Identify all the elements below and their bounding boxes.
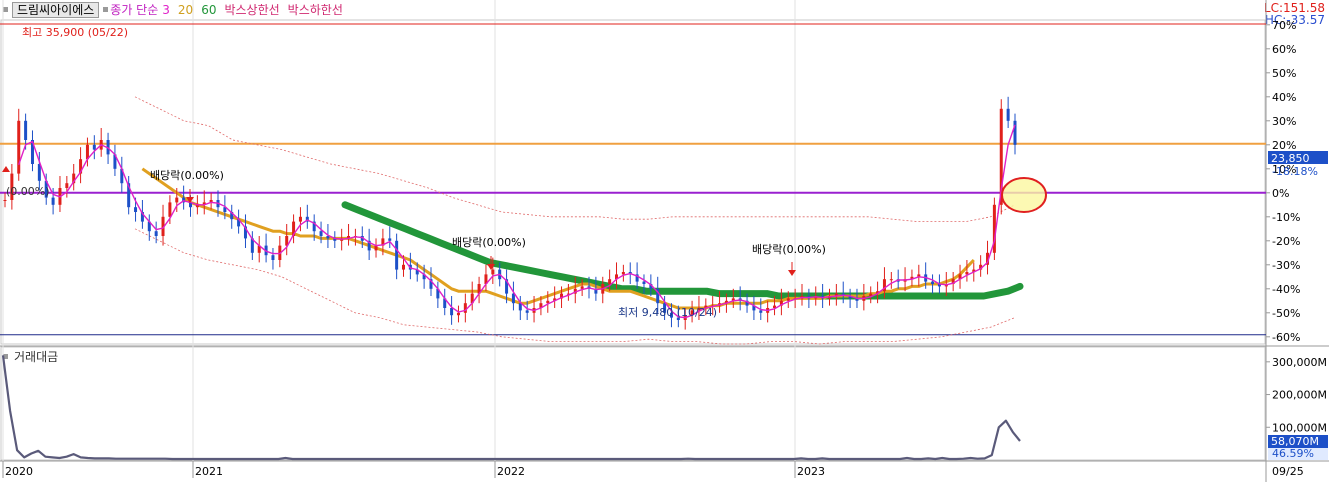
y-tick-label: -40% — [1272, 283, 1300, 296]
current-price-label: 23,850 — [1271, 152, 1310, 165]
highest-price-label: 최고 35,900 (05/22) — [22, 26, 128, 39]
x-tick-label: 09/25 — [1272, 465, 1304, 478]
volume-tick-label: 300,000M — [1272, 356, 1327, 369]
stock-chart[interactable]: 2020 2021 2022 2023 09/25 70% 60% 50% 40% 30% 20% 1… — [0, 0, 1329, 482]
x-tick-label: 2022 — [497, 465, 525, 478]
y-tick-label: -10% — [1272, 211, 1300, 224]
candle-body — [168, 202, 172, 217]
highlight-circle — [1001, 177, 1047, 213]
candle-body — [24, 120, 28, 140]
y-tick-label: 70% — [1272, 19, 1296, 32]
candle-body — [298, 216, 302, 222]
x-tick-label: 2020 — [5, 465, 33, 478]
volume-tick-label: 200,000M — [1272, 389, 1327, 402]
candle-body — [580, 286, 584, 289]
volume-plot-frame — [0, 346, 1266, 461]
candle-body — [621, 272, 625, 275]
y-tick-label: -30% — [1272, 259, 1300, 272]
y-tick-label: 30% — [1272, 115, 1296, 128]
candle-body — [395, 240, 399, 270]
volume-tick-label: 100,000M — [1272, 421, 1327, 434]
candle-body — [450, 308, 454, 316]
lowest-price-label: 최저 9,480 (10/24) — [618, 306, 717, 319]
candle-body — [608, 279, 612, 284]
candle-body — [374, 245, 378, 251]
candle-body — [1013, 120, 1017, 145]
candle-body — [51, 197, 55, 205]
candle-body — [17, 120, 21, 174]
candle-body — [786, 298, 790, 301]
dividend-label: 배당락(0.00%) — [752, 243, 826, 256]
y-tick-label: -50% — [1272, 307, 1300, 320]
candle-body — [642, 281, 646, 284]
candle-body — [511, 293, 515, 304]
volume-pct-label: 46.59% — [1272, 447, 1314, 460]
candle-body — [889, 279, 893, 281]
candle-body — [463, 303, 467, 313]
ma3-line — [18, 124, 1016, 319]
candle-body — [319, 231, 323, 236]
y-tick-label: 40% — [1272, 91, 1296, 104]
candle-body — [154, 231, 158, 236]
main-plot-frame — [0, 19, 1266, 345]
dividend-label: 배당락(0.00%) — [452, 236, 526, 249]
x-tick-label: 2023 — [797, 465, 825, 478]
candle-body — [134, 207, 138, 212]
candle-body — [456, 312, 460, 316]
candle-body — [175, 197, 179, 203]
candle-body — [92, 144, 96, 150]
y-tick-label: 0% — [1272, 187, 1289, 200]
current-change-label: -18.18% — [1272, 165, 1318, 178]
dividend-label: 배당락(0.00%) — [150, 169, 224, 182]
candle-body — [931, 281, 935, 284]
dividend-arrow — [487, 264, 495, 270]
y-tick-label: 60% — [1272, 43, 1296, 56]
candle-body — [491, 269, 495, 275]
candle-body — [402, 264, 406, 270]
candle-body — [3, 200, 7, 201]
y-tick-label: -20% — [1272, 235, 1300, 248]
ma20-line — [141, 167, 975, 310]
initial-rate-label: (0.00%) — [6, 185, 50, 198]
candle-body — [271, 255, 275, 260]
volume-line — [1, 355, 1021, 461]
candle-body — [388, 238, 392, 241]
envelope-upper-line — [134, 96, 1016, 223]
y-tick-label: 50% — [1272, 67, 1296, 80]
y-tick-label: 20% — [1272, 139, 1296, 152]
candle-body — [525, 310, 529, 313]
y-tick-label: -60% — [1272, 331, 1300, 344]
candle-body — [65, 183, 69, 188]
candle-body — [1006, 108, 1010, 121]
candle-body — [759, 310, 763, 313]
x-tick-label: 2021 — [195, 465, 223, 478]
